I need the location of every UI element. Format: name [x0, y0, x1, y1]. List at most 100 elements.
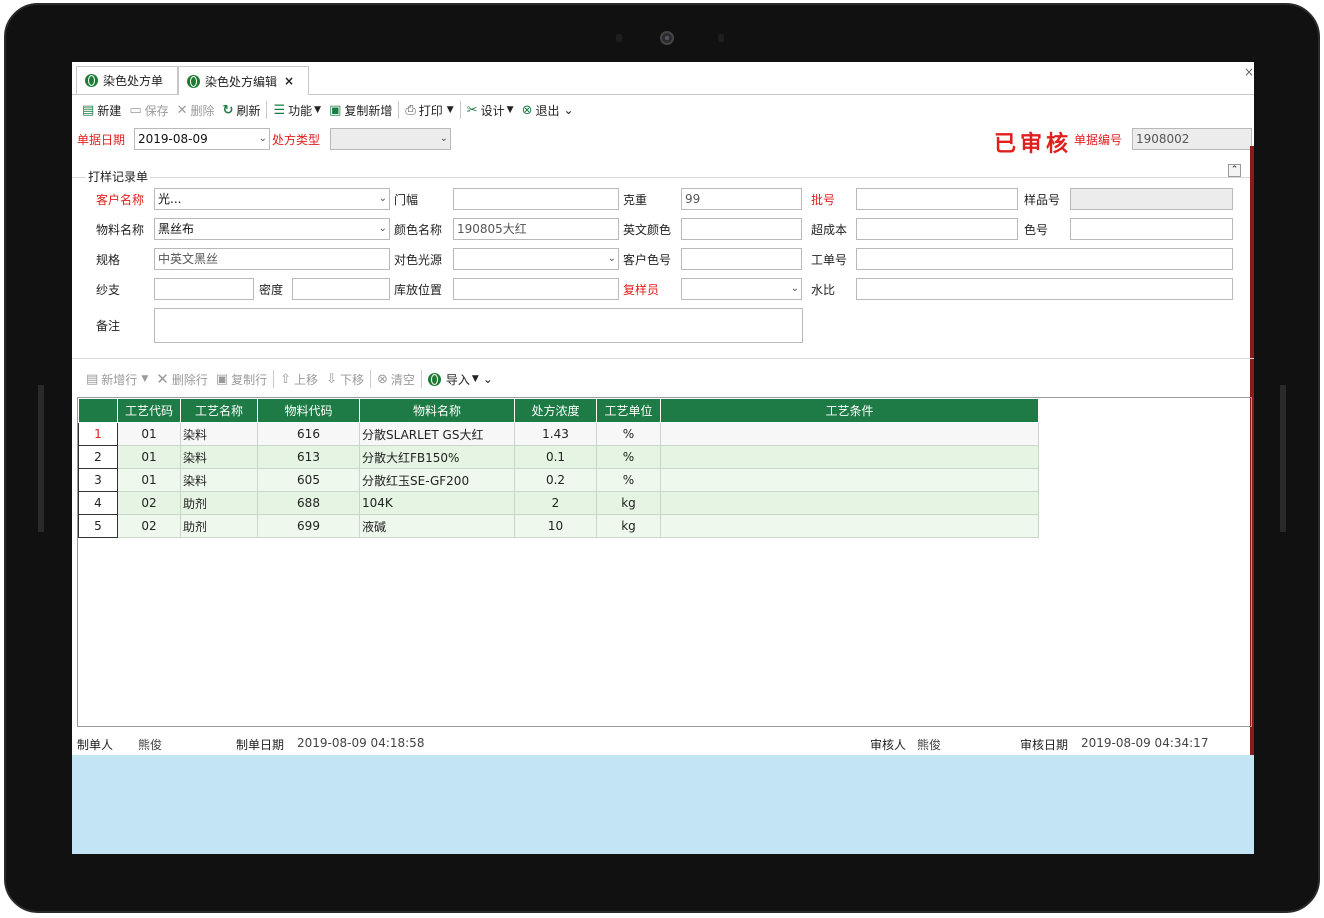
concentration-cell[interactable]: 0.2 [514, 468, 597, 492]
column-header[interactable]: 物料名称 [359, 398, 515, 423]
clear-button[interactable]: ⊗ 清空 [373, 368, 419, 390]
process-code-cell[interactable]: 02 [117, 491, 181, 515]
process-code-cell[interactable]: 01 [117, 422, 181, 446]
overflow-icon[interactable]: ⌄ [483, 372, 493, 386]
light-source-select[interactable]: ⌄ [453, 248, 619, 270]
add-row-button[interactable]: ▤ 新增行 ▼ [82, 368, 152, 390]
date-field[interactable]: 2019-08-09 ⌄ [134, 128, 270, 150]
material-code-cell[interactable]: 605 [257, 468, 360, 492]
column-header[interactable]: 工艺代码 [117, 398, 181, 423]
design-button[interactable]: ✂ 设计 ▼ [463, 99, 518, 121]
table-row[interactable]: 1 01 染料 616 分散SLARLET GS大红 1.43 % [78, 422, 1039, 446]
close-window-icon[interactable]: × [1244, 65, 1254, 79]
english-color-field[interactable] [681, 218, 802, 240]
material-code-cell[interactable]: 699 [257, 514, 360, 538]
process-name-cell[interactable]: 助剂 [180, 491, 258, 515]
unit-cell[interactable]: % [596, 445, 661, 469]
condition-cell[interactable] [660, 491, 1039, 515]
sample-no-field[interactable] [1070, 188, 1233, 210]
condition-cell[interactable] [660, 445, 1039, 469]
collapse-icon[interactable]: ⌃ [1228, 164, 1241, 177]
copy-row-button[interactable]: ▣ 复制行 [212, 368, 271, 390]
spec-field[interactable]: 中英文黑丝 [154, 248, 390, 270]
color-no-field[interactable] [1070, 218, 1233, 240]
tab-prescription-list[interactable]: 染色处方单 [76, 66, 178, 94]
process-name-cell[interactable]: 染料 [180, 468, 258, 492]
save-button[interactable]: ▭ 保存 [125, 99, 172, 121]
location-field[interactable] [453, 278, 619, 300]
process-code-cell[interactable]: 01 [117, 445, 181, 469]
exit-button[interactable]: ⊗ 退出 ⌄ [518, 99, 578, 121]
table-row[interactable]: 5 02 助剂 699 液碱 10 kg [78, 514, 1039, 538]
water-ratio-field[interactable] [856, 278, 1233, 300]
material-name-cell[interactable]: 分散大红FB150% [359, 445, 515, 469]
yarn-field[interactable] [154, 278, 254, 300]
column-header[interactable]: 工艺名称 [180, 398, 258, 423]
process-name-cell[interactable]: 助剂 [180, 514, 258, 538]
color-name-field[interactable]: 190805大红 [453, 218, 619, 240]
print-button[interactable]: ⎙ 打印 ▼ [401, 99, 457, 121]
condition-cell[interactable] [660, 468, 1039, 492]
doc-no-field[interactable]: 1908002 [1132, 128, 1252, 150]
material-code-cell[interactable]: 616 [257, 422, 360, 446]
customer-color-field[interactable] [681, 248, 802, 270]
recheck-select[interactable]: ⌄ [681, 278, 802, 300]
copy-new-button[interactable]: ▣ 复制新增 [325, 99, 396, 121]
material-name-cell[interactable]: 分散红玉SE-GF200 [359, 468, 515, 492]
table-row[interactable]: 2 01 染料 613 分散大红FB150% 0.1 % [78, 445, 1039, 469]
concentration-cell[interactable]: 10 [514, 514, 597, 538]
new-button[interactable]: ▤ 新建 [78, 99, 125, 121]
unit-cell[interactable]: kg [596, 491, 661, 515]
close-tab-icon[interactable]: × [284, 74, 294, 88]
move-up-button[interactable]: ⇧ 上移 [276, 368, 322, 390]
process-name-cell[interactable]: 染料 [180, 422, 258, 446]
material-code-cell[interactable]: 613 [257, 445, 360, 469]
column-header[interactable]: 物料代码 [257, 398, 360, 423]
concentration-cell[interactable]: 2 [514, 491, 597, 515]
customer-select[interactable]: 光... ⌄ [154, 188, 390, 210]
remark-field[interactable] [154, 308, 803, 343]
column-header[interactable]: 处方浓度 [514, 398, 597, 423]
weight-field[interactable]: 99 [681, 188, 802, 210]
table-row[interactable]: 3 01 染料 605 分散红玉SE-GF200 0.2 % [78, 468, 1039, 492]
condition-cell[interactable] [660, 514, 1039, 538]
process-name-cell[interactable]: 染料 [180, 445, 258, 469]
density-field[interactable] [292, 278, 390, 300]
concentration-cell[interactable]: 0.1 [514, 445, 597, 469]
unit-cell[interactable]: kg [596, 514, 661, 538]
chevron-down-icon[interactable]: ⌄ [259, 129, 267, 149]
process-code-cell[interactable]: 01 [117, 468, 181, 492]
refresh-button[interactable]: ↻ 刷新 [219, 99, 265, 121]
work-order-field[interactable] [856, 248, 1233, 270]
function-button[interactable]: ☰ 功能 ▼ [269, 99, 325, 121]
unit-cell[interactable]: % [596, 468, 661, 492]
over-cost-field[interactable] [856, 218, 1018, 240]
chevron-down-icon[interactable]: ⌄ [791, 279, 799, 299]
column-header[interactable]: 工艺条件 [660, 398, 1039, 423]
move-down-button[interactable]: ⇩ 下移 [322, 368, 368, 390]
chevron-down-icon[interactable]: ⌄ [608, 249, 616, 269]
chevron-down-icon[interactable]: ⌄ [379, 219, 387, 239]
type-select[interactable]: ⌄ [330, 128, 451, 150]
delete-button[interactable]: ✕ 删除 [173, 99, 219, 121]
material-name-cell[interactable]: 104K [359, 491, 515, 515]
unit-cell[interactable]: % [596, 422, 661, 446]
material-select[interactable]: 黑丝布 ⌄ [154, 218, 390, 240]
tab-prescription-edit[interactable]: 染色处方编辑 × [178, 66, 309, 95]
concentration-cell[interactable]: 1.43 [514, 422, 597, 446]
width-field[interactable] [453, 188, 619, 210]
column-header[interactable]: 工艺单位 [596, 398, 661, 423]
material-name-cell[interactable]: 分散SLARLET GS大红 [359, 422, 515, 446]
app-screen: 染色处方单 染色处方编辑 × × ▤ 新建 ▭ 保存 ✕ 删除 ↻ 刷新 ☰ 功能 ▼ ▣ 复… [72, 62, 1254, 854]
batch-field[interactable] [856, 188, 1018, 210]
condition-cell[interactable] [660, 422, 1039, 446]
chevron-down-icon[interactable]: ⌄ [379, 189, 387, 209]
material-code-cell[interactable]: 688 [257, 491, 360, 515]
table-row[interactable]: 4 02 助剂 688 104K 2 kg [78, 491, 1039, 515]
material-name-cell[interactable]: 液碱 [359, 514, 515, 538]
overflow-icon[interactable]: ⌄ [563, 103, 573, 117]
process-code-cell[interactable]: 02 [117, 514, 181, 538]
chevron-down-icon[interactable]: ⌄ [440, 129, 448, 149]
delete-row-button[interactable]: ✕ 删除行 [152, 368, 212, 390]
import-button[interactable]: 导入 ▼ ⌄ [424, 368, 497, 390]
